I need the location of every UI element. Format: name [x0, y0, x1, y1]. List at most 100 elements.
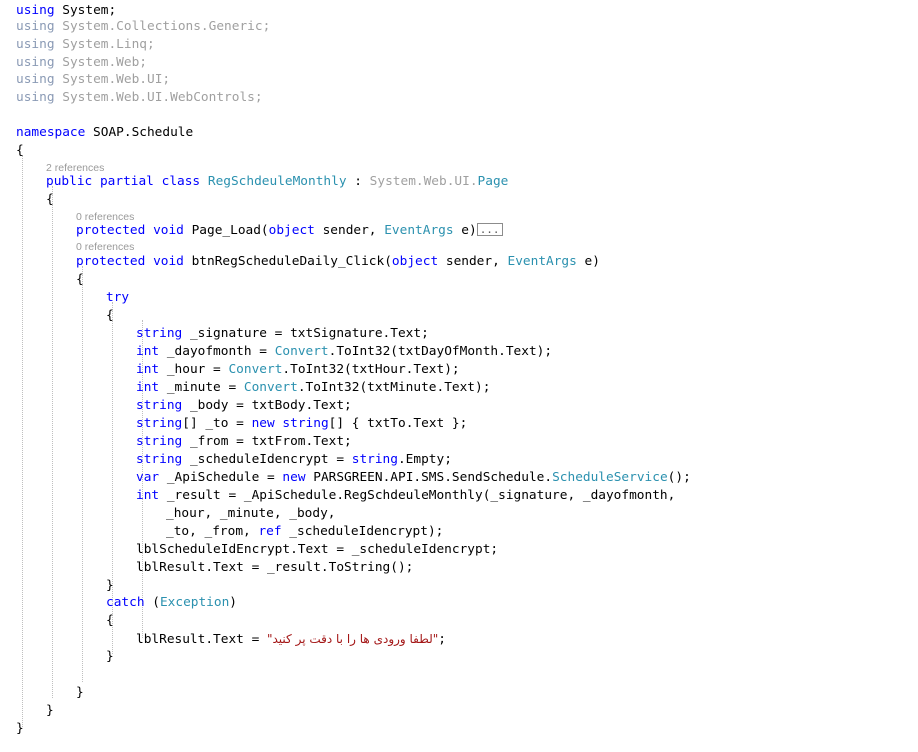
code-editor-surface[interactable]: 2 references 0 references 0 references usi… [0, 0, 918, 752]
token-kw: partial [99, 174, 154, 189]
code-line-30: lblResult.Text = _result.ToString(); [136, 559, 413, 577]
code-line-3: using System.Linq; [16, 36, 155, 54]
code-line-33: { [106, 612, 114, 630]
token-plain: _from = txtFrom.Text; [182, 434, 352, 449]
token-kw: using [16, 3, 55, 18]
token-kw: string [136, 434, 183, 449]
token-plain: e) [453, 223, 477, 238]
code-line-39: } [16, 720, 24, 738]
code-line-24: string _scheduleIdencrypt = string.Empty… [136, 451, 452, 469]
token-kw: string [136, 416, 183, 431]
token-dimkw: using [16, 19, 55, 34]
token-kw: var [136, 470, 160, 485]
token-plain: { [46, 192, 54, 207]
token-plain: _result = _ApiSchedule.RegSchdeuleMonthl… [159, 488, 676, 503]
collapsed-region-box[interactable]: ... [476, 223, 503, 236]
token-kw: namespace [16, 125, 86, 140]
token-kw: catch [106, 595, 145, 610]
token-kw: protected [76, 223, 146, 238]
token-plain: } [106, 649, 114, 664]
token-type: Page [477, 174, 509, 189]
token-plain: _hour = [159, 362, 229, 377]
codelens-btnclick-refs[interactable]: 0 references [76, 240, 134, 254]
token-plain: ) [229, 595, 238, 610]
code-line-15: try [106, 289, 129, 307]
token-plain: _scheduleIdencrypt); [281, 524, 444, 539]
token-plain: _to, _from, [166, 524, 259, 539]
token-plain: _minute = [159, 380, 244, 395]
code-line-21: string _body = txtBody.Text; [136, 397, 352, 415]
code-line-13: protected void btnRegScheduleDaily_Click… [76, 253, 600, 271]
token-plain: SOAP.Schedule [85, 125, 194, 140]
statement-terminator: ; [438, 632, 446, 647]
token-plain: e) [576, 254, 600, 269]
token-type: Convert [228, 362, 283, 377]
token-kw: int [136, 380, 160, 395]
token-kw: void [153, 223, 184, 238]
token-kw: public [46, 174, 93, 189]
token-kw: int [136, 488, 160, 503]
code-line-22: string[] _to = new string[] { txtTo.Text… [136, 415, 467, 433]
token-plain: sender, [438, 254, 508, 269]
token-dim: System.Web; [62, 55, 147, 70]
token-plain: _ApiSchedule = [159, 470, 283, 485]
code-line-16: { [106, 307, 114, 325]
code-line-26: int _result = _ApiSchedule.RegSchdeuleMo… [136, 487, 675, 505]
token-plain: .Empty; [397, 452, 452, 467]
token-plain: (); [667, 470, 691, 485]
token-plain: lblScheduleIdEncrypt.Text = _scheduleIde… [136, 542, 499, 557]
code-line-29: lblScheduleIdEncrypt.Text = _scheduleIde… [136, 541, 498, 559]
code-line-12: protected void Page_Load(object sender, … [76, 222, 503, 240]
code-line-27: _hour, _minute, _body, [166, 505, 336, 523]
code-line-28: _to, _from, ref _scheduleIdencrypt); [166, 523, 443, 541]
token-plain: { [106, 308, 114, 323]
code-line-9: { [16, 142, 24, 160]
code-line-32: catch (Exception) [106, 594, 237, 612]
token-plain: ( [144, 595, 160, 610]
code-line-8: namespace SOAP.Schedule [16, 124, 193, 142]
token-kw: void [153, 254, 184, 269]
code-line-38: } [46, 702, 54, 720]
code-line-14: { [76, 271, 84, 289]
token-kw: string [351, 452, 398, 467]
token-plain: } [16, 721, 24, 736]
token-plain: PARSGREEN.API.SMS.SendSchedule. [305, 470, 553, 485]
token-kw: object [391, 254, 439, 269]
token-type: Convert [243, 380, 298, 395]
token-plain: } [76, 685, 84, 700]
token-plain: { [76, 272, 84, 287]
token-plain: _hour, _minute, _body, [166, 506, 336, 521]
token-kw: protected [76, 254, 146, 269]
indent-guide-1 [52, 186, 53, 698]
token-plain: : [346, 174, 370, 189]
token-plain: _dayofmonth = [159, 344, 275, 359]
token-kw: new [282, 470, 306, 485]
code-line-34: lblResult.Text = "لطفا ورودی ها را با دق… [136, 630, 446, 648]
persian-string-literal: "لطفا ورودی ها را با دقت پر کنید" [266, 632, 439, 646]
token-kw: ref [258, 524, 282, 539]
code-line-2: using System.Collections.Generic; [16, 18, 270, 36]
token-dimkw: using [16, 72, 55, 87]
token-plain: _signature = txtSignature.Text; [182, 326, 429, 341]
token-type: RegSchdeuleMonthly [207, 174, 347, 189]
token-kw: try [106, 290, 130, 305]
token-kw: string [282, 416, 329, 431]
code-line-20: int _minute = Convert.ToInt32(txtMinute.… [136, 379, 490, 397]
token-type: Convert [274, 344, 329, 359]
token-plain: [] _to = [182, 416, 252, 431]
token-plain: sender, [314, 223, 385, 238]
token-plain: Page_Load( [183, 223, 269, 238]
token-plain: .ToInt32(txtMinute.Text); [297, 380, 491, 395]
token-dim: System.Linq; [62, 37, 155, 52]
indent-guide-0 [22, 155, 23, 727]
token-plain: .ToInt32(txtDayOfMonth.Text); [328, 344, 553, 359]
token-plain: ; [108, 3, 117, 18]
code-line-18: int _dayofmonth = Convert.ToInt32(txtDay… [136, 343, 552, 361]
code-line-25: var _ApiSchedule = new PARSGREEN.API.SMS… [136, 469, 691, 487]
code-line-4: using System.Web; [16, 54, 147, 72]
token-kw: object [268, 223, 315, 238]
code-line-5: using System.Web.UI; [16, 71, 170, 89]
code-line-23: string _from = txtFrom.Text; [136, 433, 352, 451]
